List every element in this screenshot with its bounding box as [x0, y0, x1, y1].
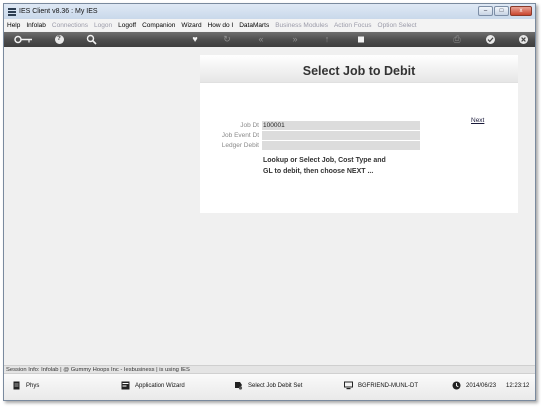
select-job-panel: Select Job to Debit Job Dt Job Event Dt … [200, 55, 518, 213]
status-phys[interactable]: Phys [12, 381, 39, 390]
computer-icon [344, 381, 353, 390]
status-date: 2014/06/23 [466, 382, 497, 389]
job-event-dt-field[interactable] [262, 130, 420, 140]
toolbar: ? ♥ ↻ « » ↑ ⎙ [4, 32, 535, 47]
status-machine: BGFRIEND-MUNL-DT [344, 381, 418, 390]
job-dt-row: Job Dt [200, 120, 420, 130]
status-step-label: Select Job Debit Set [248, 382, 303, 389]
clock-icon [452, 381, 461, 390]
refresh-icon: ↻ [223, 34, 231, 44]
ledger-debit-field[interactable] [262, 140, 420, 150]
menu-companion[interactable]: Companion [142, 22, 175, 29]
menu-logon: Logon [94, 21, 113, 29]
menu-business-modules: Business Modules [275, 21, 328, 29]
status-time: 12:23:12 [506, 382, 530, 389]
key-icon[interactable] [14, 34, 34, 45]
heart-icon[interactable]: ♥ [188, 34, 202, 45]
job-event-dt-row: Job Event Dt [200, 130, 420, 140]
menu-infolab[interactable]: Infolab [26, 22, 46, 29]
window-controls: – □ x [478, 6, 532, 16]
instructions-text: Lookup or Select Job, Cost Type and GL t… [263, 157, 386, 175]
app-menu-icon[interactable] [8, 7, 16, 16]
wizard-icon [121, 381, 130, 390]
ledger-debit-label: Ledger Debit [221, 141, 259, 149]
document-icon [12, 381, 21, 390]
job-dt-label: Job Dt [240, 121, 259, 129]
close-icon[interactable] [516, 34, 530, 45]
title-bar[interactable]: IES Client v8.36 : My IES – □ x [4, 4, 535, 19]
status-datetime: 2014/06/23 12:23:12 [452, 381, 529, 390]
restore-button[interactable]: □ [494, 6, 509, 16]
menu-help[interactable]: Help [7, 22, 20, 29]
minimize-button[interactable]: – [478, 6, 493, 16]
status-phys-label: Phys [26, 382, 40, 389]
panel-header: Select Job to Debit [200, 55, 518, 83]
job-dt-field[interactable] [262, 120, 420, 130]
status-wizard-label: Application Wizard [135, 382, 185, 389]
forward-icon: » [292, 34, 298, 44]
app-window: IES Client v8.36 : My IES – □ x Help Inf… [3, 3, 536, 401]
menu-wizard[interactable]: Wizard [181, 22, 201, 29]
upload-icon: ↑ [324, 34, 330, 44]
menu-how-do-i[interactable]: How do I [208, 22, 234, 29]
status-bar: Phys Application Wizard Select Job Debit… [4, 373, 535, 400]
menu-action-focus: Action Focus [333, 21, 372, 29]
search-icon[interactable] [84, 34, 98, 45]
check-icon[interactable] [483, 34, 497, 45]
window-title: IES Client v8.36 : My IES [19, 8, 98, 15]
rewind-icon: « [258, 34, 264, 44]
step-icon [234, 381, 243, 390]
status-wizard[interactable]: Application Wizard [121, 381, 185, 390]
page-title: Select Job to Debit [302, 63, 416, 78]
menu-datamarts[interactable]: DataMarts [239, 22, 269, 29]
status-machine-label: BGFRIEND-MUNL-DT [358, 382, 418, 389]
status-current-step[interactable]: Select Job Debit Set [234, 381, 302, 390]
menu-connections: Connections [51, 21, 89, 29]
ledger-debit-row: Ledger Debit [200, 140, 420, 150]
next-link[interactable]: Next [471, 117, 484, 124]
menu-bar: Help Infolab Connections Logon Logoff Co… [4, 19, 535, 31]
print-icon: ⎙ [453, 34, 461, 44]
help-icon[interactable]: ? [52, 34, 66, 45]
menu-logoff[interactable]: Logoff [118, 22, 136, 29]
job-event-dt-label: Job Event Dt [221, 131, 259, 139]
menu-option-select: Option Select [377, 21, 417, 29]
main-content: Select Job to Debit Job Dt Job Event Dt … [4, 47, 535, 365]
stop-icon[interactable] [354, 34, 368, 45]
session-info-bar: Session Info: Infolab | @ Gummy Hoops In… [4, 365, 535, 373]
close-window-button[interactable]: x [510, 6, 532, 16]
